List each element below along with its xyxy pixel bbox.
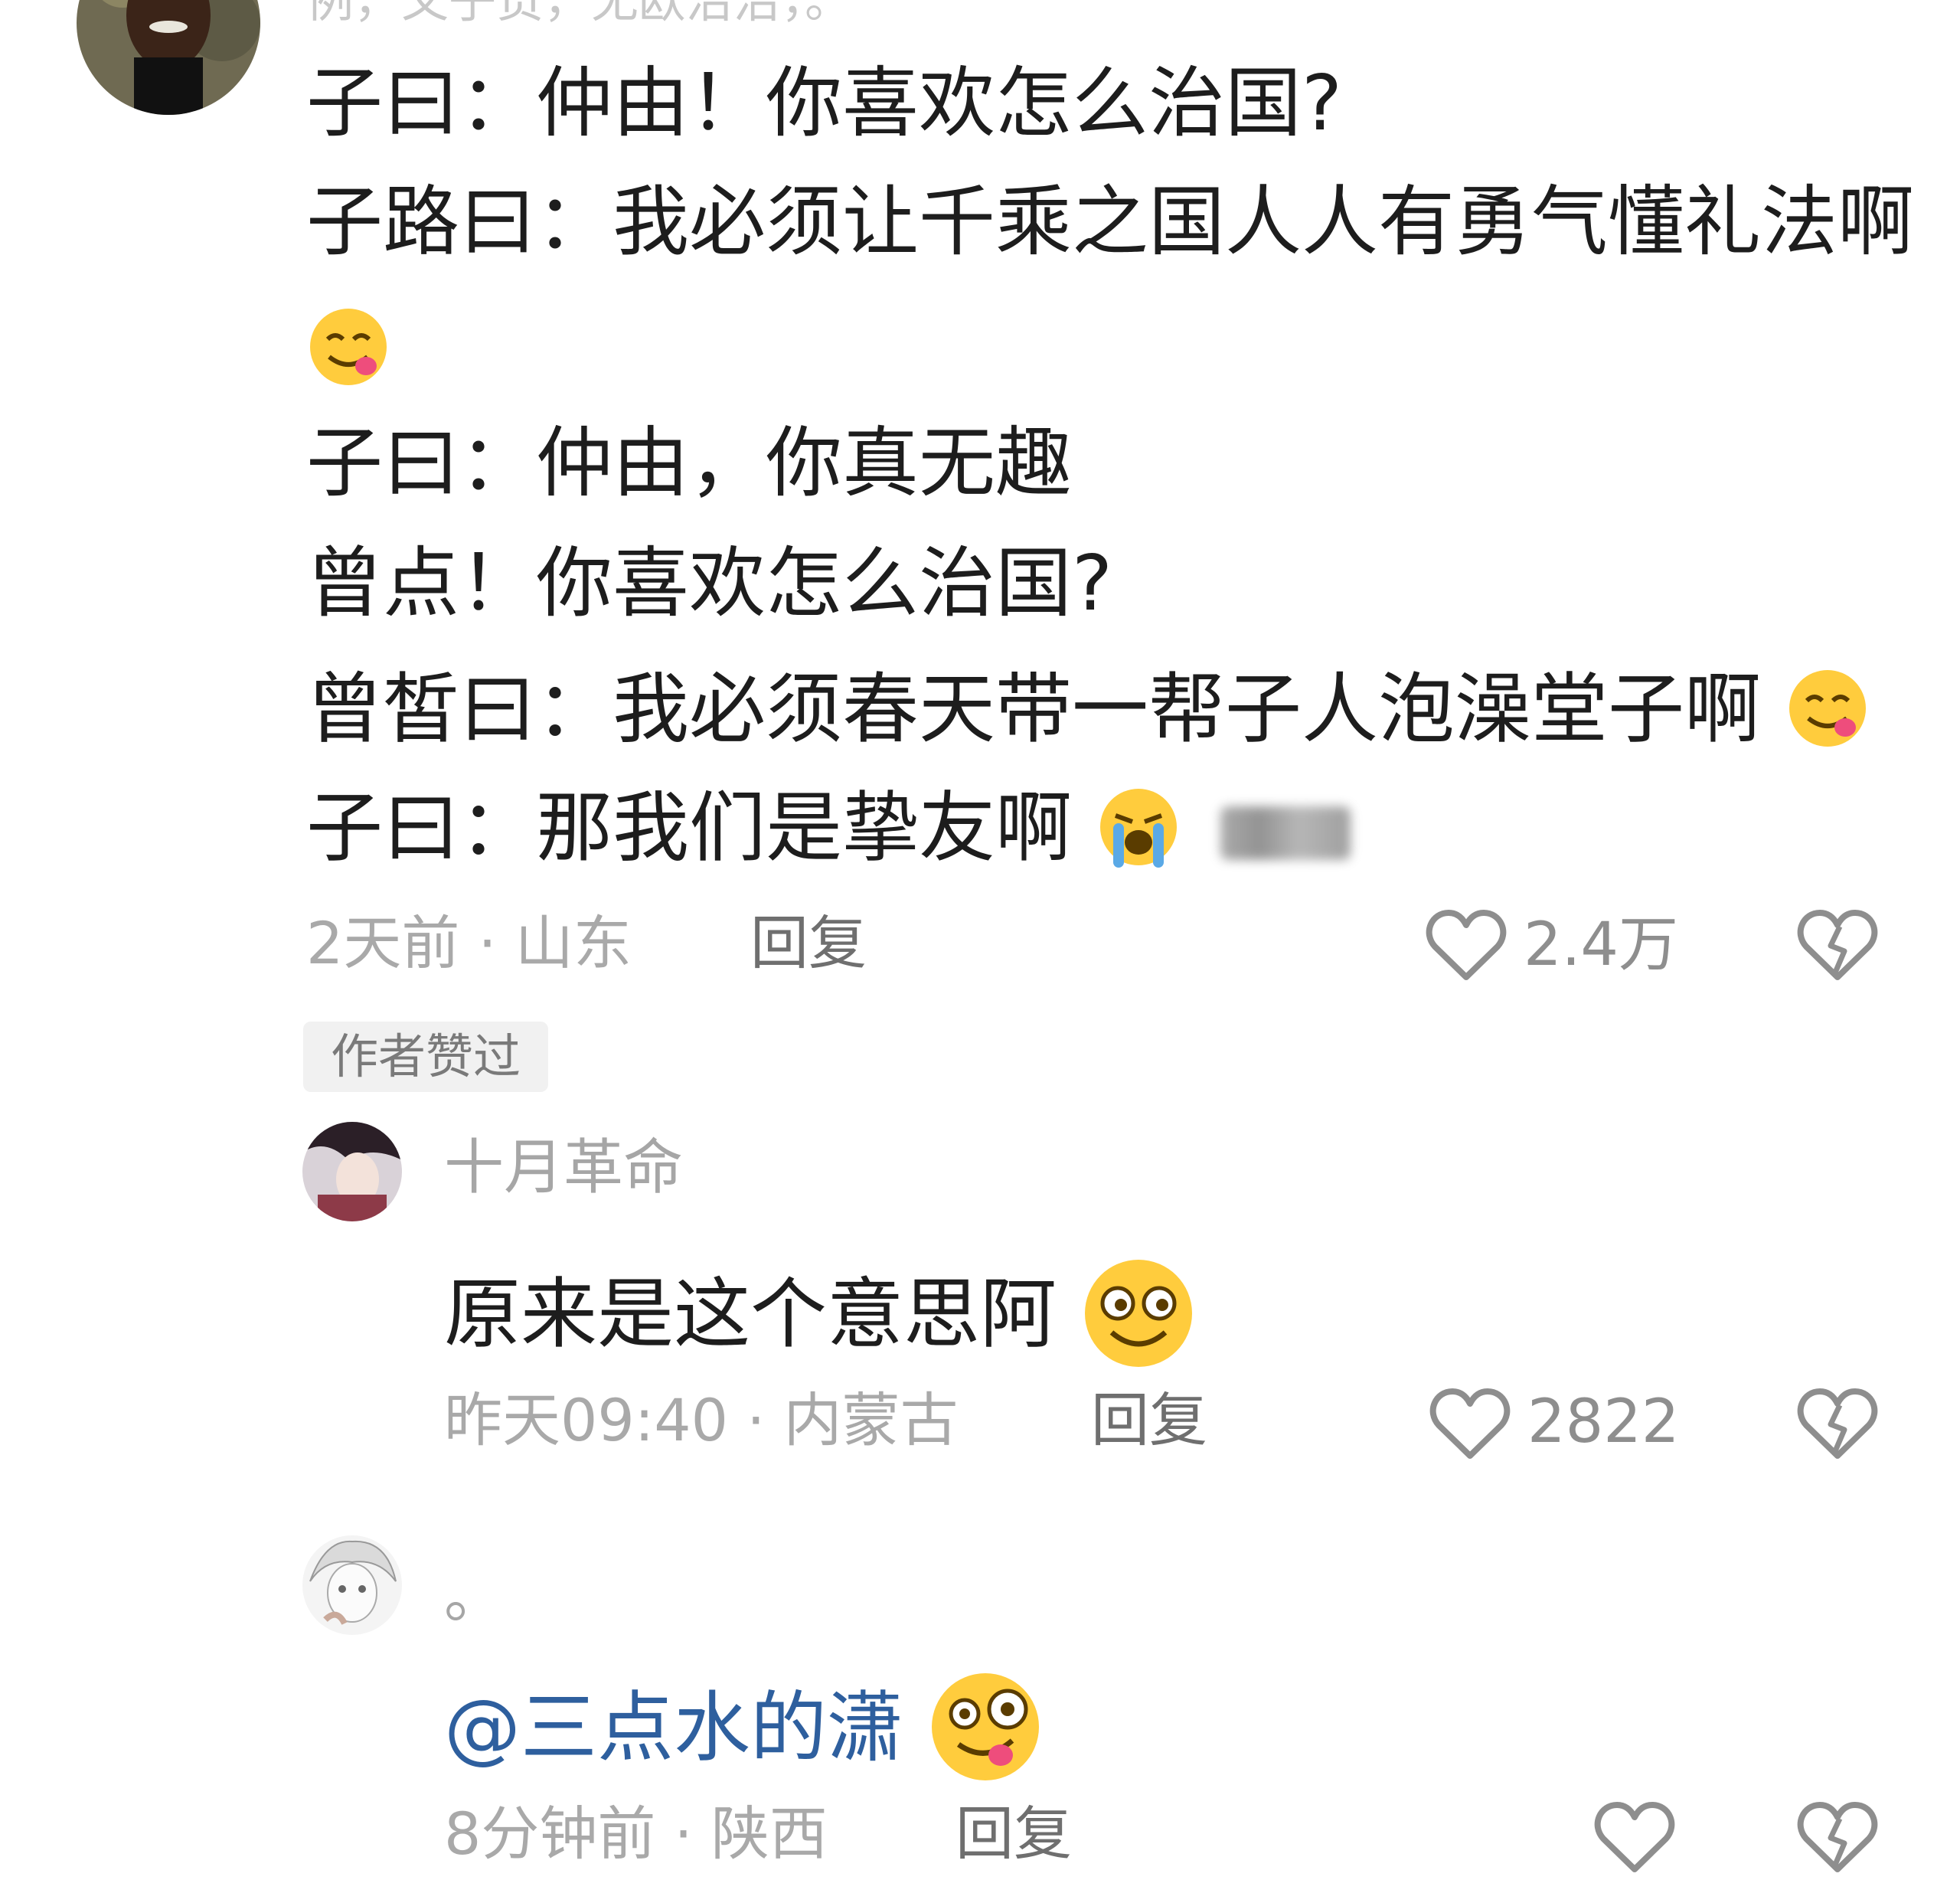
- separator-dot: ·: [478, 909, 515, 977]
- comment-line: [306, 305, 390, 401]
- comment-meta: 昨天09:40 · 内蒙古: [444, 1390, 959, 1451]
- cropped-previous-text: 例，又子贡，无欧治治，。: [306, 0, 853, 28]
- dislike-button[interactable]: [1795, 904, 1880, 988]
- timestamp: 2天前: [306, 909, 460, 977]
- comment-line: 曾皙曰：我必须春天带一帮子人泡澡堂子啊: [306, 666, 1870, 763]
- username[interactable]: 。: [444, 1566, 504, 1627]
- face-savoring-food-emoji: [306, 305, 390, 401]
- reply-button[interactable]: 回复: [750, 913, 867, 974]
- comment-line: 曾点！你喜欢怎么治国?: [306, 538, 1113, 628]
- like-button[interactable]: [1428, 1382, 1512, 1466]
- separator-dot: ·: [674, 1800, 711, 1868]
- location: 内蒙古: [783, 1386, 959, 1454]
- reply-button[interactable]: 回复: [1091, 1390, 1207, 1451]
- commenter-avatar[interactable]: [302, 1535, 402, 1635]
- separator-dot: ·: [746, 1386, 784, 1454]
- comment-line: 子曰：那我们是挚友啊: [306, 785, 1351, 881]
- like-button[interactable]: [1592, 1796, 1677, 1880]
- comment-meta: 8分钟前 · 陕西: [444, 1803, 828, 1865]
- username[interactable]: 十月革命: [444, 1137, 683, 1198]
- comment-text: 原来是这个意思阿: [444, 1256, 1196, 1383]
- reply-button[interactable]: 回复: [956, 1803, 1072, 1865]
- broken-heart-icon: [1797, 1388, 1878, 1459]
- heart-outline-icon: [1426, 910, 1507, 980]
- broken-heart-icon: [1797, 1802, 1878, 1872]
- zany-face-emoji: [928, 1669, 1043, 1797]
- heart-outline-icon: [1429, 1388, 1511, 1459]
- comment-line: 子路曰：我必须让千乘之国人人有勇气懂礼法啊: [306, 177, 1914, 266]
- location: 山东: [514, 909, 632, 977]
- blurred-text: [1220, 806, 1351, 860]
- comment-meta: 2天前 · 山东: [306, 913, 632, 974]
- timestamp: 昨天09:40: [444, 1386, 729, 1454]
- commenter-avatar[interactable]: [77, 0, 260, 115]
- location: 陕西: [710, 1800, 828, 1868]
- broken-heart-icon: [1797, 910, 1878, 980]
- author-liked-badge: 作者赞过: [303, 1022, 548, 1092]
- like-count: 2.4万: [1524, 911, 1679, 979]
- dislike-button[interactable]: [1795, 1382, 1880, 1466]
- heart-outline-icon: [1594, 1802, 1675, 1872]
- face-savoring-food-emoji: [1785, 666, 1870, 763]
- like-count: 2822: [1527, 1388, 1680, 1457]
- comment-line: 子曰：仲由，你真无趣: [306, 418, 1072, 508]
- mention-link[interactable]: @三点水的潇: [444, 1669, 1043, 1797]
- timestamp: 8分钟前: [444, 1800, 656, 1868]
- dislike-button[interactable]: [1795, 1796, 1880, 1880]
- comment-line: 子曰：仲由！你喜欢怎么治国?: [306, 58, 1343, 148]
- like-button[interactable]: [1424, 904, 1508, 988]
- loudly-crying-face-emoji: [1096, 785, 1181, 881]
- commenter-avatar[interactable]: [302, 1122, 402, 1221]
- grinning-eyes-emoji: [1081, 1256, 1196, 1383]
